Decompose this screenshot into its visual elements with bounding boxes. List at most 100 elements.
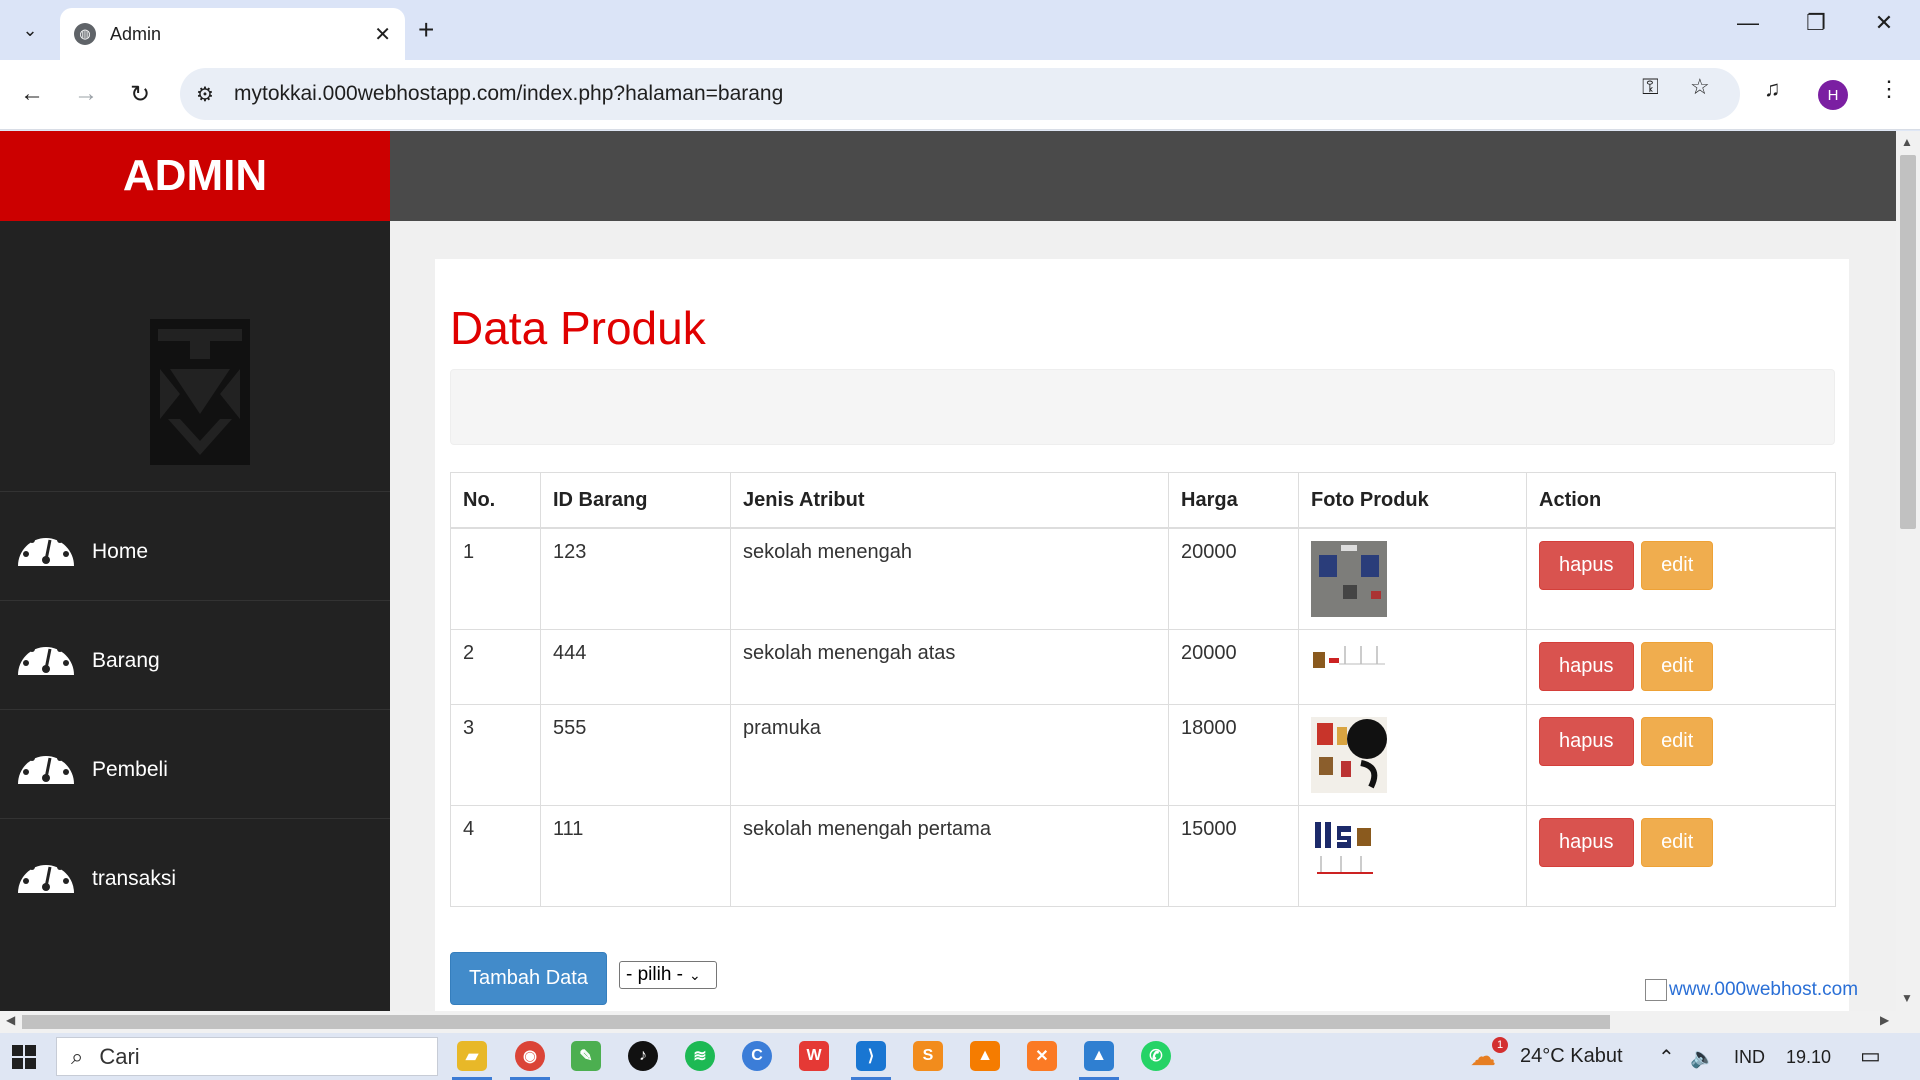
brand-title: ADMIN	[0, 131, 390, 221]
whatsapp-icon[interactable]: ✆	[1141, 1041, 1171, 1071]
back-arrow-icon[interactable]: ←	[14, 76, 50, 112]
cell-action: hapus edit	[1526, 703, 1836, 806]
cell-id: 555	[540, 703, 731, 806]
bookmark-star-icon[interactable]: ☆	[1690, 74, 1710, 100]
column-header: ID Barang	[540, 472, 731, 529]
scroll-left-icon[interactable]: ◀	[6, 1013, 15, 1027]
cell-jenis: sekolah menengah atas	[730, 628, 1169, 705]
notepad-icon[interactable]: ✎	[571, 1041, 601, 1071]
product-photo	[1311, 716, 1387, 793]
product-photo	[1311, 641, 1387, 672]
edit-button[interactable]: edit	[1641, 817, 1714, 867]
add-data-button[interactable]: Tambah Data	[450, 952, 607, 1005]
dashboard-gauge-icon	[18, 858, 74, 893]
close-tab-icon[interactable]: ✕	[374, 22, 391, 47]
scrollbar-thumb[interactable]	[1900, 155, 1916, 529]
xampp-icon[interactable]: ✕	[1027, 1041, 1057, 1071]
chevron-up-icon[interactable]: ⌃	[1658, 1045, 1675, 1070]
weather-text[interactable]: 24°C Kabut	[1520, 1045, 1623, 1068]
webhost-link[interactable]: www.000webhost.com	[1645, 979, 1858, 1001]
page-viewport: ADMIN Home Barang Pembeli transaksi Data…	[0, 131, 1896, 1011]
scroll-down-icon[interactable]: ▼	[1901, 991, 1913, 1005]
delete-button[interactable]: hapus	[1539, 540, 1634, 590]
table-row: 1 123 sekolah menengah 20000 hapus edit	[450, 527, 1836, 630]
site-settings-icon[interactable]: ⚙	[196, 82, 214, 107]
photos-icon[interactable]: ▲	[1084, 1041, 1114, 1071]
scroll-right-icon[interactable]: ▶	[1880, 1013, 1889, 1027]
capcut-icon[interactable]: C	[742, 1041, 772, 1071]
column-header: Action	[1526, 472, 1836, 529]
dashboard-gauge-icon	[18, 531, 74, 566]
cell-action: hapus edit	[1526, 628, 1836, 705]
volume-icon[interactable]: 🔈	[1690, 1045, 1715, 1070]
delete-button[interactable]: hapus	[1539, 817, 1634, 867]
content-panel: Data Produk No. ID Barang Jenis Atribut …	[435, 259, 1849, 1011]
vertical-scrollbar[interactable]: ▲ ▼	[1896, 131, 1920, 1011]
sidebar: Home Barang Pembeli transaksi	[0, 221, 390, 1011]
cell-jenis: sekolah menengah	[730, 527, 1169, 630]
sidebar-item-home[interactable]: Home	[0, 491, 390, 600]
sidebar-item-transaksi[interactable]: transaksi	[0, 818, 390, 927]
table-row: 4 111 sekolah menengah pertama 15000 hap…	[450, 804, 1836, 907]
edit-button[interactable]: edit	[1641, 540, 1714, 590]
pilih-select[interactable]: - pilih - ⌄	[619, 961, 717, 989]
top-navbar	[390, 131, 1896, 221]
more-menu-icon[interactable]: ⋮	[1878, 76, 1900, 102]
media-control-icon[interactable]: ♫	[1764, 76, 1781, 102]
address-bar[interactable]: ⚙ mytokkai.000webhostapp.com/index.php?h…	[180, 68, 1740, 120]
cell-foto	[1298, 628, 1527, 705]
delete-button[interactable]: hapus	[1539, 716, 1634, 766]
weather-badge: 1	[1492, 1037, 1508, 1053]
reload-icon[interactable]: ↻	[122, 76, 158, 112]
vscode-icon[interactable]: ⟩	[856, 1041, 886, 1071]
tab-title: Admin	[110, 23, 162, 44]
spotify-icon[interactable]: ≋	[685, 1041, 715, 1071]
sidebar-item-barang[interactable]: Barang	[0, 600, 390, 709]
cell-harga: 18000	[1168, 703, 1299, 806]
product-photo	[1311, 817, 1381, 880]
chrome-icon[interactable]: ◉	[515, 1041, 545, 1071]
wps-office-icon[interactable]: W	[799, 1041, 829, 1071]
minimize-icon[interactable]: —	[1728, 10, 1768, 36]
restore-icon[interactable]: ❐	[1796, 10, 1836, 36]
search-icon: ⌕	[71, 1043, 84, 1069]
cell-foto	[1298, 527, 1527, 630]
sublime-text-icon[interactable]: S	[913, 1041, 943, 1071]
table-row: 3 555 pramuka 18000 hapus edit	[450, 703, 1836, 806]
tiktok-icon[interactable]: ♪	[628, 1041, 658, 1071]
scroll-up-icon[interactable]: ▲	[1901, 135, 1913, 149]
language-indicator[interactable]: IND	[1734, 1047, 1765, 1068]
tab-search-chevron-icon[interactable]: ⌄	[10, 12, 50, 48]
browser-toolbar: ← → ↻ ⚙ mytokkai.000webhostapp.com/index…	[0, 60, 1920, 130]
cell-action: hapus edit	[1526, 527, 1836, 630]
app-orange-icon[interactable]: ▲	[970, 1041, 1000, 1071]
globe-icon: ◍	[74, 23, 96, 45]
key-icon[interactable]: ⚿	[1642, 74, 1659, 100]
sidebar-item-label: transaksi	[92, 867, 177, 890]
cell-no: 3	[450, 703, 541, 806]
new-tab-plus-icon[interactable]: +	[418, 14, 434, 46]
browser-titlebar: ⌄ ◍ Admin ✕ + — ❐ ✕	[0, 0, 1920, 60]
close-window-icon[interactable]: ✕	[1864, 10, 1904, 36]
notification-icon[interactable]: ▭	[1860, 1043, 1881, 1069]
cell-id: 123	[540, 527, 731, 630]
taskbar-search[interactable]: ⌕ Cari	[56, 1037, 438, 1076]
cell-foto	[1298, 804, 1527, 907]
address-url: mytokkai.000webhostapp.com/index.php?hal…	[234, 82, 784, 105]
cell-harga: 20000	[1168, 527, 1299, 630]
browser-tab[interactable]: ◍ Admin ✕	[60, 8, 405, 60]
clock[interactable]: 19.10	[1786, 1047, 1831, 1068]
cell-id: 111	[540, 804, 731, 907]
windows-start-icon[interactable]	[12, 1045, 36, 1069]
webhost-link-text: www.000webhost.com	[1669, 979, 1859, 1001]
edit-button[interactable]: edit	[1641, 716, 1714, 766]
edit-button[interactable]: edit	[1641, 641, 1714, 691]
horizontal-scrollbar[interactable]: ◀ ▶	[0, 1011, 1896, 1033]
file-explorer-icon[interactable]: ▰	[457, 1041, 487, 1071]
scrollbar-thumb[interactable]	[22, 1015, 1610, 1029]
sidebar-item-pembeli[interactable]: Pembeli	[0, 709, 390, 818]
delete-button[interactable]: hapus	[1539, 641, 1634, 691]
cell-jenis: sekolah menengah pertama	[730, 804, 1169, 907]
profile-avatar[interactable]: H	[1818, 80, 1848, 110]
forward-arrow-icon[interactable]: →	[68, 76, 104, 112]
